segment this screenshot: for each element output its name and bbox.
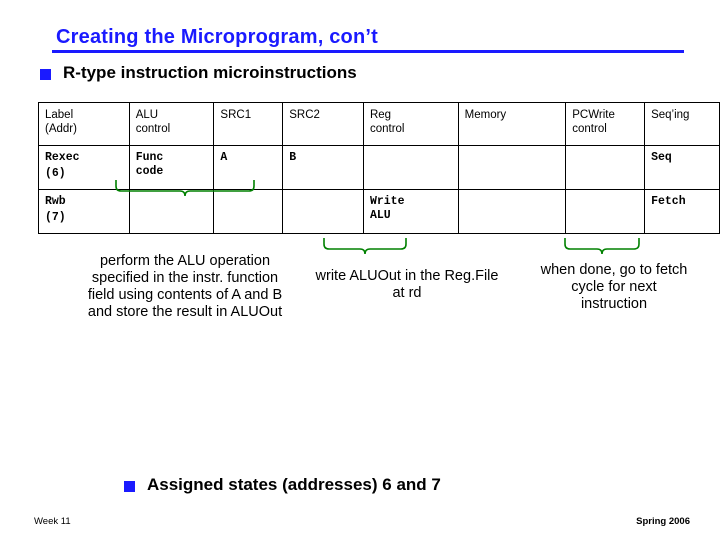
table-header-pcwrite-line1: PCWrite [572, 109, 615, 121]
table-header-pcwrite-line2: control [572, 123, 607, 136]
row-1-pcwrite-control [565, 189, 646, 234]
table-row: Rexec (6) Func code A B Seq [38, 145, 720, 190]
table-header-reg-line1: Reg [369, 109, 392, 121]
table-header-label: Label (Addr) [38, 102, 130, 146]
row-0-src2: B [282, 145, 364, 190]
row-0-label: Rexec (6) [38, 145, 130, 190]
bullet-item-2-label: Assigned states (addresses) 6 and 7 [147, 475, 441, 494]
table-header-label-line1: Label [45, 109, 74, 121]
row-1-label-line2: (7) [45, 211, 66, 225]
table-header-memory-line1: Memory [464, 109, 507, 121]
table-header-src1: SRC1 [213, 102, 284, 146]
row-1-alu-control [128, 189, 215, 234]
row-1-reg-line2: ALU [369, 209, 391, 223]
bullet-item-2: Assigned states (addresses) 6 and 7 [124, 475, 441, 495]
row-0-label-line2: (6) [45, 167, 66, 181]
caption-regfile-write: write ALUOut in the Reg.File at rd [315, 268, 499, 302]
table-header-memory: Memory [457, 102, 567, 146]
bullet-square-icon [40, 68, 51, 80]
brace-reg-icon [323, 238, 407, 255]
row-1-src1 [213, 189, 284, 234]
table-header-seqing: Seq’ing [644, 102, 720, 146]
bullet-item-1-label: R-type instruction microinstructions [63, 63, 357, 82]
table-header-src2-line1: SRC2 [289, 109, 320, 121]
table-row: Rwb (7) Write ALU Fetch [38, 189, 720, 234]
table-header-label-line2: (Addr) [45, 123, 77, 136]
microprogram-table: Label (Addr) ALU control SRC1 SRC2 Reg c… [38, 102, 720, 234]
table-header-pcwrite-control: PCWrite control [565, 102, 646, 146]
row-0-memory [457, 145, 567, 190]
row-0-pcwrite-control [565, 145, 646, 190]
table-header-seqing-line1: Seq’ing [651, 109, 690, 121]
brace-seqing-icon [564, 238, 640, 255]
row-0-label-line1: Rexec [45, 151, 80, 164]
slide: Creating the Microprogram, con’t R-type … [0, 0, 720, 540]
row-1-label-line1: Rwb [45, 195, 66, 208]
caption-fetch-cycle: when done, go to fetch cycle for next in… [540, 262, 688, 313]
row-1-label: Rwb (7) [38, 189, 130, 234]
row-0-alu-control: Func code [128, 145, 215, 190]
row-1-seqing: Fetch [644, 189, 720, 234]
row-1-reg-control: Write ALU [362, 189, 459, 234]
table-header-reg-control: Reg control [362, 102, 459, 146]
table-header-src2: SRC2 [282, 102, 364, 146]
row-0-src1: A [213, 145, 284, 190]
table-header-alu-line1: ALU [135, 109, 159, 121]
caption-alu-operation: perform the ALU operation specified in t… [87, 253, 283, 321]
row-1-memory [457, 189, 567, 234]
page-title: Creating the Microprogram, con’t [56, 26, 378, 48]
title-underline [52, 50, 684, 53]
row-0-reg-control [362, 145, 459, 190]
bullet-square-icon [124, 480, 135, 492]
table-header-row: Label (Addr) ALU control SRC1 SRC2 Reg c… [38, 102, 720, 146]
table-header-src1-line1: SRC1 [220, 109, 252, 121]
footer-term: Spring 2006 [636, 516, 690, 527]
row-0-alu-line2: code [135, 165, 164, 179]
footer-week: Week 11 [34, 516, 71, 527]
row-0-seqing: Seq [644, 145, 720, 190]
row-1-reg-line1: Write [369, 195, 405, 208]
row-1-src2 [282, 189, 364, 234]
table-header-alu-control: ALU control [128, 102, 215, 146]
table-header-alu-line2: control [135, 123, 171, 136]
row-0-alu-line1: Func [135, 151, 164, 164]
table-header-reg-line2: control [369, 123, 405, 136]
bullet-item-1: R-type instruction microinstructions [40, 63, 357, 83]
